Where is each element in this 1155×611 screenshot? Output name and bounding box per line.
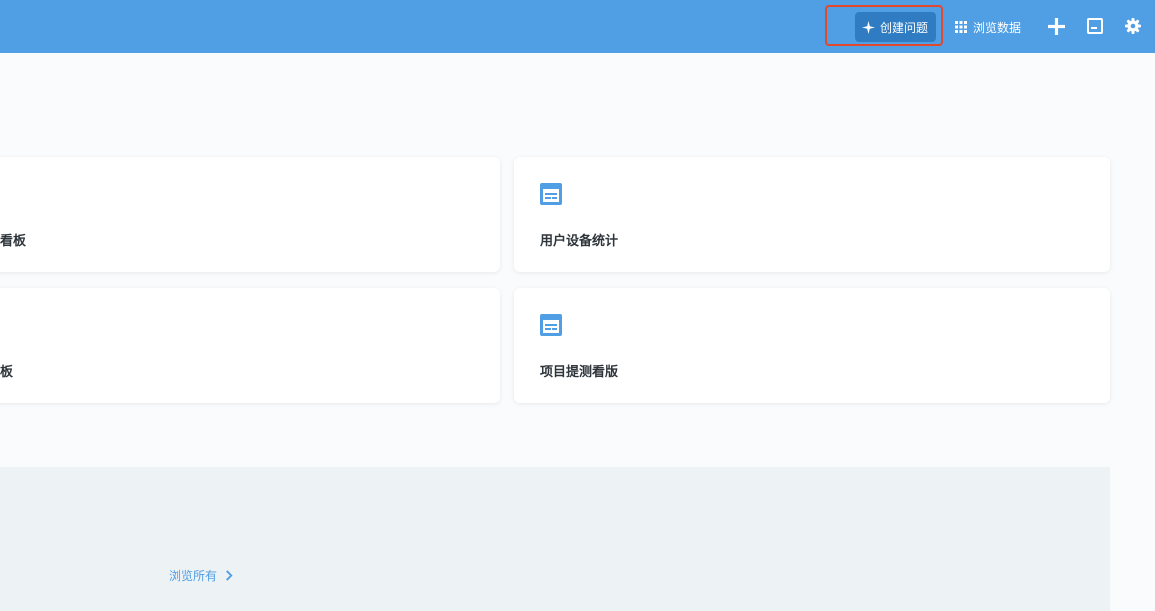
new-item-button[interactable] — [1046, 16, 1066, 36]
dashboard-card-title: 板 — [0, 365, 14, 380]
grid-icon — [955, 21, 967, 33]
native-query-button[interactable] — [1085, 16, 1105, 36]
browse-data-button[interactable]: 浏览数据 — [955, 12, 1021, 42]
dashboard-card[interactable]: 看板 — [0, 157, 500, 272]
sparkle-icon — [862, 20, 875, 34]
dashboard-icon — [540, 314, 562, 336]
browse-all-link[interactable]: 浏览所有 — [169, 567, 233, 584]
terminal-icon — [1087, 18, 1103, 34]
dashboard-card-title: 用户设备统计 — [540, 234, 619, 249]
chevron-right-icon — [226, 570, 233, 581]
create-question-button[interactable]: 创建问题 — [855, 12, 936, 42]
dashboard-card-title: 项目提测看版 — [540, 365, 619, 380]
gear-icon — [1125, 18, 1141, 34]
plus-icon — [1047, 17, 1065, 35]
dashboard-icon — [540, 183, 562, 205]
dashboard-card[interactable]: 项目提测看版 — [514, 288, 1110, 403]
dashboard-card[interactable]: 用户设备统计 — [514, 157, 1110, 272]
browse-data-label: 浏览数据 — [973, 20, 1022, 35]
collections-section — [0, 467, 1110, 611]
top-navigation-bar: 创建问题 浏览数据 — [0, 0, 1155, 53]
dashboard-card-title: 看板 — [0, 234, 27, 249]
browse-all-label: 浏览所有 — [169, 569, 218, 583]
dashboard-card[interactable]: 板 — [0, 288, 500, 403]
create-question-label: 创建问题 — [880, 20, 929, 35]
settings-button[interactable] — [1123, 16, 1143, 36]
